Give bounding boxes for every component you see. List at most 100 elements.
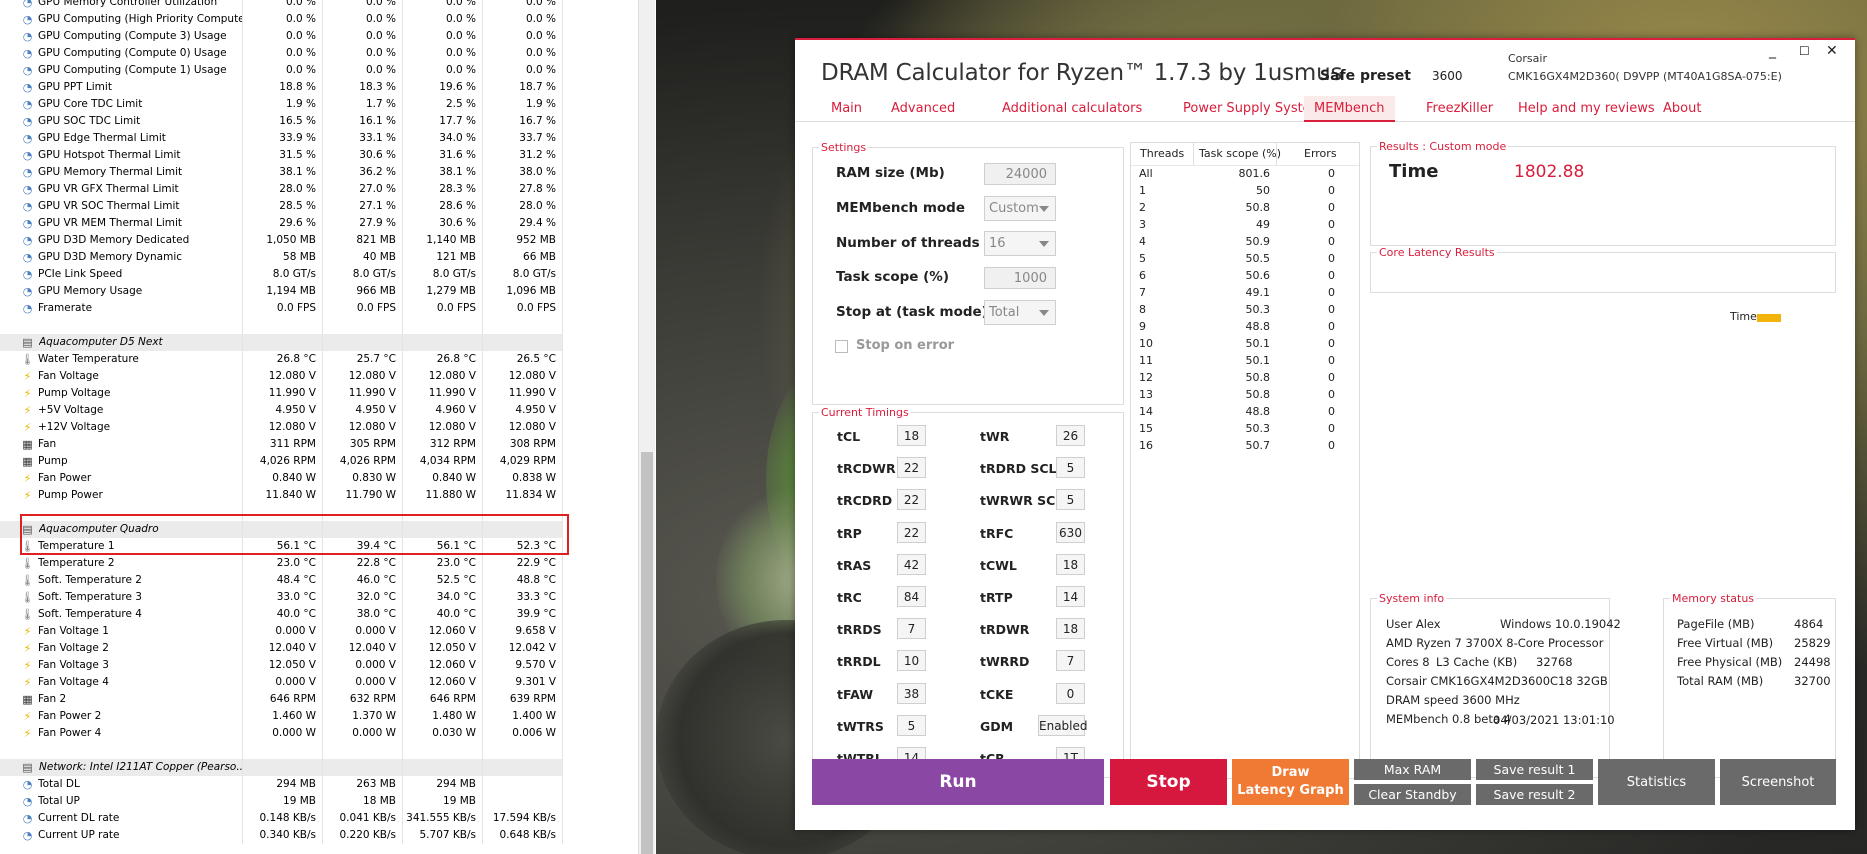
stop-at-select[interactable]: Total (984, 300, 1056, 325)
sensor-row[interactable]: 🌡 Soft. Temperature 4 40.0 °C 38.0 °C 40.0 °… (0, 606, 563, 623)
membench-mode-select[interactable]: Custom (984, 196, 1056, 221)
sensor-label: GPU D3D Memory Dedicated (38, 234, 190, 246)
column-divider (402, 402, 403, 419)
sensor-row[interactable]: 🌡 Temperature 2 23.0 °C 22.8 °C 23.0 °C 22.9 … (0, 555, 563, 572)
sensor-row[interactable]: ◔ GPU VR SOC Thermal Limit 28.5 % 27.1 % 28.… (0, 198, 563, 215)
sensor-row[interactable]: ⚡ Fan Voltage 1 0.000 V 0.000 V 12.060 V 9.65… (0, 623, 563, 640)
sensor-row[interactable]: ⚡ Fan Voltage 12.080 V 12.080 V 12.080 V 12.0… (0, 368, 563, 385)
save-result-2-button[interactable]: Save result 2 (1476, 784, 1593, 805)
sensor-group-header[interactable]: ▤ Aquacomputer D5 Next (0, 334, 563, 351)
sensor-row[interactable]: ◔ GPU D3D Memory Dynamic 58 MB 40 MB 121 MB 6… (0, 249, 563, 266)
column-divider (242, 45, 243, 62)
sensor-row[interactable]: ⚡ +12V Voltage 12.080 V 12.080 V 12.080 V 12.… (0, 419, 563, 436)
sensor-value: 0.220 KB/s (339, 829, 397, 841)
tab-advanced[interactable]: Advanced (891, 101, 955, 116)
sensor-row[interactable]: ⚡ Fan Voltage 2 12.040 V 12.040 V 12.050 V 12… (0, 640, 563, 657)
column-divider (402, 96, 403, 113)
sensor-row[interactable]: ◔ GPU Memory Thermal Limit 38.1 % 36.2 % 38.… (0, 164, 563, 181)
sensor-row[interactable]: 🌡 Soft. Temperature 3 33.0 °C 32.0 °C 34.0 °… (0, 589, 563, 606)
sensor-row[interactable]: ◔ GPU Computing (High Priority Compute)..… (0, 11, 563, 28)
sensor-row[interactable]: ◔ GPU Edge Thermal Limit 33.9 % 33.1 % 34.0 … (0, 130, 563, 147)
sensor-row[interactable]: ⚡ Pump Voltage 11.990 V 11.990 V 11.990 V 11.… (0, 385, 563, 402)
minimize-button[interactable]: _ (1769, 44, 1776, 58)
draw-latency-graph-button[interactable]: Draw Latency Graph (1232, 759, 1349, 805)
column-divider (322, 79, 323, 96)
bolt-icon: ⚡ (23, 421, 32, 434)
sensor-row[interactable]: ◔ GPU D3D Memory Dedicated 1,050 MB 821 MB 1… (0, 232, 563, 249)
maximize-button[interactable]: ☐ (1799, 44, 1810, 58)
sensor-row[interactable]: ◔ GPU PPT Limit 18.8 % 18.3 % 19.6 % 18.7 % (0, 79, 563, 96)
task-scope-label: Task scope (%) (836, 269, 949, 285)
scrollbar-thumb[interactable] (641, 452, 653, 854)
column-divider (402, 198, 403, 215)
sensor-value: 0.0 % (525, 13, 556, 25)
sensor-row[interactable]: ⚡ Fan Voltage 4 0.000 V 0.000 V 12.060 V 9.30… (0, 674, 563, 691)
sensor-row[interactable]: ◔ GPU Core TDC Limit 1.9 % 1.7 % 2.5 % 1.9 % (0, 96, 563, 113)
tab-power-supply-system[interactable]: Power Supply System (1183, 101, 1323, 116)
sensor-row[interactable]: ◔ Total DL 294 MB 263 MB 294 MB (0, 776, 563, 793)
sensor-row[interactable]: ⚡ +5V Voltage 4.950 V 4.950 V 4.960 V 4.950 V (0, 402, 563, 419)
sensor-row[interactable]: ⚡ Pump Power 11.840 W 11.790 W 11.880 W 11.83… (0, 487, 563, 504)
sensor-row[interactable]: ◔ Framerate 0.0 FPS 0.0 FPS 0.0 FPS 0.0 FPS (0, 300, 563, 317)
timing-value: 26 (1056, 425, 1085, 446)
sensor-value: 12.060 V (428, 625, 476, 637)
sensor-row[interactable]: ⚡ Fan Voltage 3 12.050 V 0.000 V 12.060 V 9.5… (0, 657, 563, 674)
sensor-row[interactable]: ◔ GPU Memory Usage 1,194 MB 966 MB 1,279 MB 1… (0, 283, 563, 300)
tab-main[interactable]: Main (831, 101, 862, 116)
statistics-button[interactable]: Statistics (1598, 759, 1715, 805)
sensor-value: 11.834 W (505, 489, 556, 501)
max-ram-button[interactable]: Max RAM (1354, 759, 1471, 780)
sensor-value: 1,096 MB (506, 285, 556, 297)
sensor-row[interactable]: ◔ GPU VR GFX Thermal Limit 28.0 % 27.0 % 28.… (0, 181, 563, 198)
column-divider (562, 572, 563, 589)
sensor-row[interactable]: ◔ PCIe Link Speed 8.0 GT/s 8.0 GT/s 8.0 GT/s… (0, 266, 563, 283)
sensor-row[interactable]: ◔ GPU SOC TDC Limit 16.5 % 16.1 % 17.7 % 16.7… (0, 113, 563, 130)
sensor-row[interactable]: ▦ Fan 2 646 RPM 632 RPM 646 RPM 639 RPM (0, 691, 563, 708)
stop-on-error-checkbox[interactable] (835, 340, 848, 353)
screenshot-button[interactable]: Screenshot (1720, 759, 1836, 805)
save-result-1-button[interactable]: Save result 1 (1476, 759, 1593, 780)
sensor-value: 38.1 % (439, 166, 476, 178)
sensor-row[interactable]: 🌡 Soft. Temperature 2 48.4 °C 46.0 °C 52.5 °… (0, 572, 563, 589)
column-divider (322, 300, 323, 317)
sensor-row[interactable]: ▦ Pump 4,026 RPM 4,026 RPM 4,034 RPM 4,029 RP… (0, 453, 563, 470)
sys-l3-label: L3 Cache (KB) (1436, 655, 1518, 669)
sensor-row[interactable]: ◔ GPU Hotspot Thermal Limit 31.5 % 30.6 % 31… (0, 147, 563, 164)
sensor-row[interactable]: ◔ GPU VR MEM Thermal Limit 29.6 % 27.9 % 30.… (0, 215, 563, 232)
ram-size-input[interactable]: 24000 (984, 163, 1056, 185)
task-scope-input[interactable]: 1000 (984, 267, 1056, 289)
clear-standby-button[interactable]: Clear Standby (1354, 784, 1471, 805)
sensor-row[interactable]: ⚡ Fan Power 2 1.460 W 1.370 W 1.480 W 1.400 W (0, 708, 563, 725)
tab-help-and-my-reviews[interactable]: Help and my reviews (1518, 101, 1655, 116)
tab-additional-calculators[interactable]: Additional calculators (1002, 101, 1142, 116)
sensor-row[interactable]: ◔ GPU Computing (Compute 1) Usage 0.0 % 0.0… (0, 62, 563, 79)
sensor-row[interactable]: ◔ Total UP 19 MB 18 MB 19 MB (0, 793, 563, 810)
sensor-label: Fan Voltage 4 (38, 676, 109, 688)
column-divider (242, 589, 243, 606)
sensor-label: GPU D3D Memory Dynamic (38, 251, 183, 263)
sensor-row[interactable]: ◔ GPU Computing (Compute 0) Usage 0.0 % 0.0… (0, 45, 563, 62)
sensor-row[interactable]: ◔ Current DL rate 0.148 KB/s 0.041 KB/s 341.… (0, 810, 563, 827)
mem-value: 25829 (1794, 636, 1831, 650)
column-divider (322, 742, 323, 759)
tab-about[interactable]: About (1663, 101, 1701, 116)
stop-button[interactable]: Stop (1110, 759, 1227, 805)
sensor-row[interactable]: 🌡 Water Temperature 26.8 °C 25.7 °C 26.8 °C 2… (0, 351, 563, 368)
run-button[interactable]: Run (812, 759, 1104, 805)
tab-freezkiller[interactable]: FreezKiller (1426, 101, 1493, 116)
sensor-row[interactable]: ◔ Current UP rate 0.340 KB/s 0.220 KB/s 5.70… (0, 827, 563, 844)
sensor-value: 19.6 % (439, 81, 476, 93)
sensor-row[interactable]: ⚡ Fan Power 0.840 W 0.830 W 0.840 W 0.838 W (0, 470, 563, 487)
threads-select[interactable]: 16 (984, 231, 1056, 256)
column-divider (242, 62, 243, 79)
column-divider (562, 11, 563, 28)
sensor-row[interactable]: ◔ GPU Computing (Compute 3) Usage 0.0 % 0.0… (0, 28, 563, 45)
tab-membench[interactable]: MEMbench (1304, 96, 1395, 122)
sensor-value: 39.9 °C (516, 608, 556, 620)
sensor-row[interactable]: ⚡ Fan Power 4 0.000 W 0.000 W 0.030 W 0.006 W (0, 725, 563, 742)
close-button[interactable]: ✕ (1826, 44, 1838, 58)
hwinfo-scrollbar[interactable] (638, 0, 655, 854)
sensor-row[interactable]: ▦ Fan 311 RPM 305 RPM 312 RPM 308 RPM (0, 436, 563, 453)
sensor-row[interactable]: ◔ GPU Memory Controller Utilization 0.0 % 0… (0, 0, 563, 11)
sensor-group-header[interactable]: ▤ Network: Intel I211AT Copper (Pearso... (0, 759, 563, 776)
